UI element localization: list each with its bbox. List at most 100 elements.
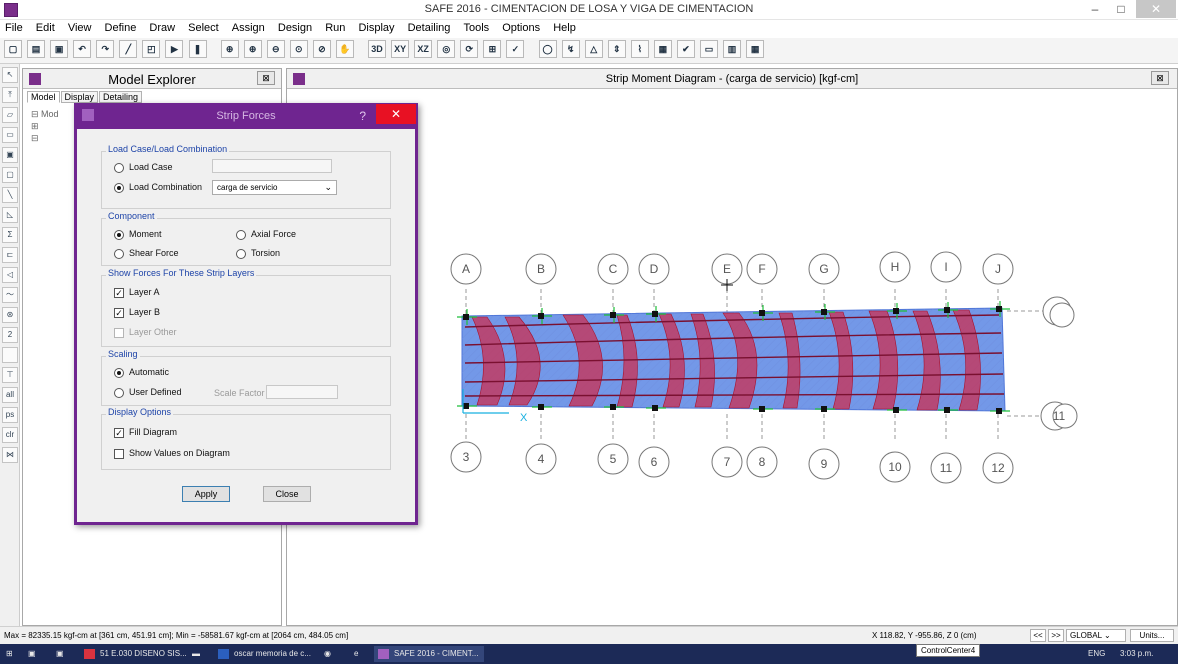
menu-options[interactable]: Options [497, 20, 545, 36]
table-icon[interactable]: ▥ [723, 40, 742, 58]
menu-tools[interactable]: Tools [458, 20, 494, 36]
tab-model[interactable]: Model [27, 91, 60, 103]
undo-icon[interactable]: ↶ [73, 40, 92, 58]
draw-line-icon[interactable]: ╱ [119, 40, 138, 58]
menu-define[interactable]: Define [100, 20, 142, 36]
refresh-icon[interactable]: ⟳ [460, 40, 479, 58]
help-icon[interactable]: ? [359, 109, 366, 123]
intersect-icon[interactable]: ⋈ [2, 447, 18, 463]
load-combination-option[interactable]: Load Combination [114, 182, 202, 193]
menu-detailing[interactable]: Detailing [403, 20, 456, 36]
redo-icon[interactable]: ↷ [96, 40, 115, 58]
strip-forces-icon[interactable]: △ [584, 40, 603, 58]
display-options-icon[interactable]: ⊞ [483, 40, 502, 58]
user-defined-option[interactable]: User Defined [114, 387, 182, 398]
tab-display[interactable]: Display [60, 91, 99, 103]
zoom-previous-icon[interactable]: ⊘ [312, 40, 331, 58]
draw-point-icon[interactable]: ▣ [2, 147, 18, 163]
previous-selection-icon[interactable]: ps [2, 407, 18, 423]
grid-icon[interactable]: ▭ [700, 40, 718, 58]
draw-rectangle-icon[interactable]: ▭ [2, 127, 18, 143]
dialog-close-icon[interactable]: ✕ [376, 104, 416, 124]
load-combination-select[interactable]: carga de servicio ⌄ [212, 180, 337, 195]
menu-display[interactable]: Display [353, 20, 399, 36]
draw-wall-icon[interactable]: ◺ [2, 207, 18, 223]
beam-forces-icon[interactable]: ⌇ [630, 40, 649, 58]
apply-button[interactable]: Apply [182, 486, 230, 502]
zoom-out-icon[interactable]: ⊖ [266, 40, 285, 58]
show-values-option[interactable]: Show Values on Diagram [114, 448, 230, 459]
menu-view[interactable]: View [63, 20, 97, 36]
diagram-canvas[interactable]: A B C D E F G H I J 3 4 5 6 7 8 9 10 11 … [287, 89, 1177, 625]
draw-design-strip-icon[interactable]: ⊏ [2, 247, 18, 263]
draw-dimension-icon[interactable]: 〜 [2, 287, 18, 303]
show-undeformed-icon[interactable]: ✓ [506, 40, 525, 58]
3d-view-button[interactable]: 3D [368, 40, 387, 58]
axial-force-radio[interactable] [236, 229, 246, 240]
axial-force-option[interactable]: Axial Force [236, 229, 296, 240]
clear-selection-icon[interactable]: clr [2, 427, 18, 443]
zoom-window-icon[interactable]: ⊕ [220, 40, 239, 58]
frame-icon[interactable]: ⊤ [2, 367, 18, 383]
pointer-icon[interactable]: ↖ [2, 67, 18, 83]
slab-forces-icon[interactable]: ⇕ [607, 40, 626, 58]
perspective-icon[interactable]: ◎ [437, 40, 456, 58]
clock[interactable]: 3:03 p.m. [1116, 646, 1159, 662]
menu-file[interactable]: File [0, 20, 28, 36]
layer-b-checkbox[interactable]: ✓ [114, 307, 124, 318]
pan-icon[interactable]: ✋ [335, 40, 354, 58]
taskbar-item-pdf[interactable]: 51 E.030 DISENO SIS... [80, 646, 193, 662]
close-button[interactable]: Close [263, 486, 311, 502]
new-model-icon[interactable]: ▢ [4, 40, 22, 58]
reactions-icon[interactable]: ↯ [561, 40, 580, 58]
load-case-option[interactable]: Load Case [114, 162, 173, 173]
previous-view-button[interactable]: << [1030, 629, 1046, 642]
xy-view-button[interactable]: XY [391, 40, 410, 58]
tab-detailing[interactable]: Detailing [99, 91, 143, 103]
taskbar-edge-icon[interactable]: e [348, 646, 364, 662]
set-display-icon[interactable]: ✔ [676, 40, 695, 58]
maximize-button[interactable]: □ [1108, 0, 1134, 18]
menu-design[interactable]: Design [273, 20, 317, 36]
moment-option[interactable]: Moment [114, 229, 162, 240]
coordinate-system-select[interactable]: GLOBAL ⌄ [1066, 629, 1126, 642]
language-indicator[interactable]: ENG [1084, 646, 1111, 662]
taskbar-folder-icon[interactable]: ▬ [186, 646, 206, 662]
zoom-restore-icon[interactable]: ⊙ [289, 40, 308, 58]
zoom-in-icon[interactable]: ⊕ [243, 40, 262, 58]
xz-view-button[interactable]: XZ [414, 40, 433, 58]
automatic-radio[interactable] [114, 367, 124, 378]
menu-help[interactable]: Help [548, 20, 581, 36]
layer-a-option[interactable]: ✓ Layer A [114, 287, 160, 298]
shear-force-radio[interactable] [114, 248, 124, 259]
open-icon[interactable]: ▤ [27, 40, 46, 58]
run-icon[interactable]: ▶ [165, 40, 184, 58]
snap-options-icon[interactable]: ⊛ [2, 307, 18, 323]
fill-diagram-option[interactable]: ✓ Fill Diagram [114, 427, 177, 438]
save-icon[interactable]: ▣ [50, 40, 69, 58]
taskbar-item-safe[interactable]: SAFE 2016 - CIMENT... [374, 646, 485, 662]
taskbar-chrome-icon[interactable]: ◉ [318, 646, 337, 662]
moment-radio[interactable] [114, 229, 124, 240]
show-values-checkbox[interactable] [114, 448, 124, 459]
print-icon[interactable]: ▦ [746, 40, 765, 58]
menu-draw[interactable]: Draw [144, 20, 180, 36]
torsion-radio[interactable] [236, 248, 246, 259]
tendons-icon[interactable]: ▦ [653, 40, 672, 58]
user-defined-radio[interactable] [114, 387, 124, 398]
menu-assign[interactable]: Assign [227, 20, 270, 36]
menu-edit[interactable]: Edit [31, 20, 60, 36]
close-window-button[interactable]: ✕ [1136, 0, 1176, 18]
shear-force-option[interactable]: Shear Force [114, 248, 179, 259]
start-button[interactable]: ⊞ [0, 646, 19, 662]
taskbar-item-word[interactable]: oscar memoria de c... [214, 646, 317, 662]
minimize-button[interactable]: – [1082, 0, 1108, 18]
menu-select[interactable]: Select [183, 20, 224, 36]
draw-area-icon[interactable]: ▱ [2, 107, 18, 123]
draw-beam-icon[interactable]: ╲ [2, 187, 18, 203]
selection-2-icon[interactable]: 2 [2, 327, 18, 343]
draw-column-icon[interactable]: ▢ [2, 167, 18, 183]
layer-b-option[interactable]: ✓ Layer B [114, 307, 160, 318]
snap-icon[interactable]: ◰ [142, 40, 161, 58]
draw-strip-icon[interactable]: Σ [2, 227, 18, 243]
